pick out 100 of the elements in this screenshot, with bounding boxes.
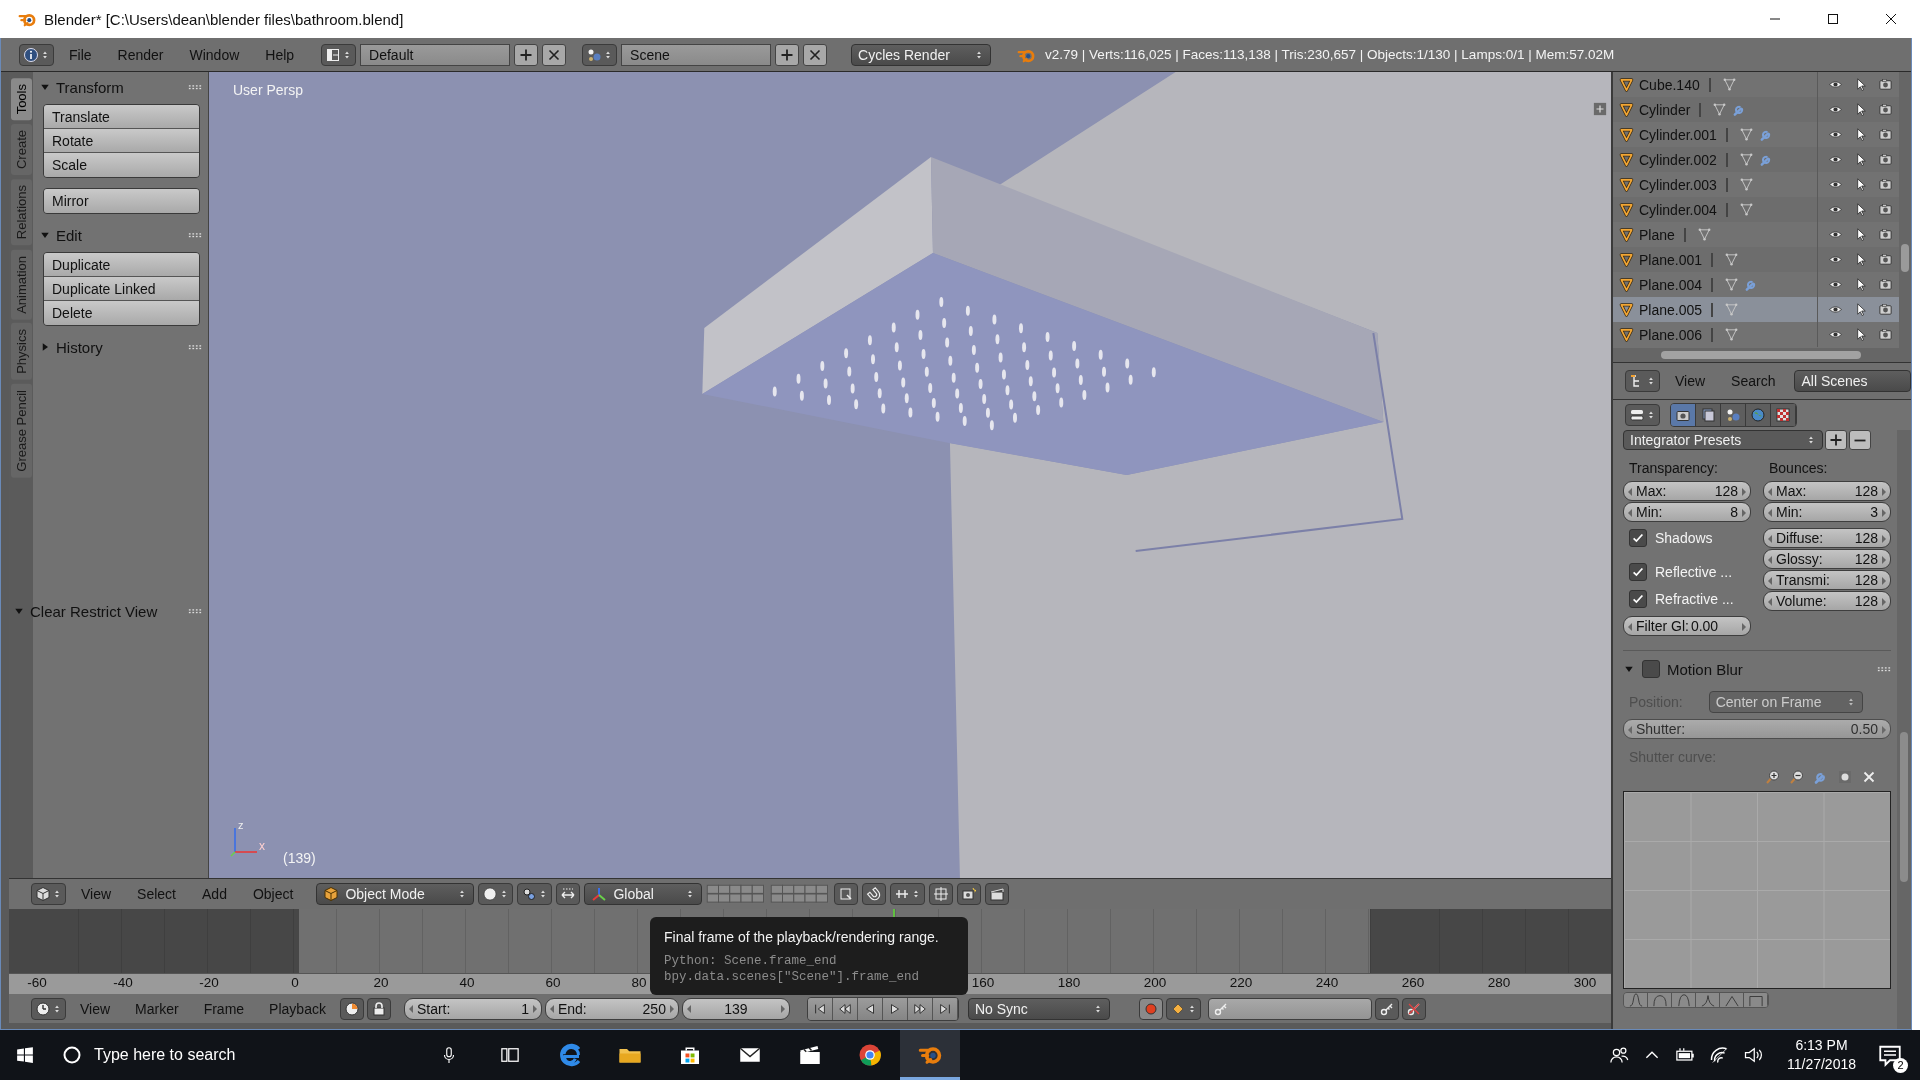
python-path: bpy.data.scenes["Scene"].frame_end (664, 969, 921, 985)
object-name: Cylinder.003 (1639, 176, 1717, 193)
orientation-dropdown[interactable]: Global (584, 883, 703, 905)
menu-item[interactable]: Frame (192, 1000, 256, 1017)
menu-item[interactable]: Render (106, 46, 175, 63)
menu-item[interactable]: Select (126, 886, 187, 902)
shutter-field[interactable]: Shutter: 0.50 (1623, 719, 1891, 739)
panel-header[interactable]: Transform (39, 76, 202, 98)
menu-item[interactable]: View (69, 1000, 122, 1017)
ruler-label: 20 (373, 975, 389, 990)
number-field[interactable]: Glossy: 128 (1763, 549, 1891, 569)
menu-item[interactable]: Marker (124, 1000, 190, 1017)
search-field[interactable]: Type here to search (50, 1030, 470, 1080)
object-name: Plane.004 (1639, 276, 1703, 293)
menu-item[interactable]: View (1664, 373, 1717, 389)
checkbox-label: Reflective ... (1655, 564, 1733, 580)
panel-header[interactable]: Clear Restrict View (13, 600, 202, 622)
section-label: Transparency: (1629, 460, 1719, 476)
number-field[interactable]: Min: 8 (1623, 502, 1751, 522)
number-field[interactable]: Min: 3 (1763, 502, 1891, 522)
shelf-tab[interactable]: Create (10, 124, 32, 176)
start-frame-field[interactable]: Start: 1 (403, 997, 542, 1020)
operator-button[interactable]: Delete (44, 301, 199, 325)
ruler-label: 0 (291, 975, 299, 990)
checkbox-label: Refractive ... (1655, 591, 1734, 607)
operator-button[interactable]: Scale (44, 153, 199, 177)
outliner-row[interactable]: Cylinder.002 (1613, 147, 1899, 172)
python-path: Python: Scene.frame_end (664, 953, 838, 969)
shelf-tab[interactable]: Animation (10, 249, 32, 320)
screen-layout-field[interactable]: Default (360, 43, 511, 66)
object-name: Cylinder.004 (1639, 201, 1717, 218)
ruler-label: 300 (1573, 975, 1597, 990)
panel-header[interactable]: History (39, 336, 202, 358)
menu-item[interactable]: Object (241, 886, 305, 902)
object-name: Cube.140 (1639, 76, 1700, 93)
render-engine-dropdown[interactable]: Cycles Render (851, 43, 992, 66)
outliner-row[interactable]: Cylinder.004 (1613, 197, 1899, 222)
ruler-label: 180 (1057, 975, 1081, 990)
clock-time[interactable]: 6:13 PM (1795, 1036, 1848, 1055)
operator-button[interactable]: Rotate (44, 129, 199, 153)
mode-dropdown[interactable]: Object Mode (316, 883, 475, 905)
object-name: Plane (1639, 226, 1675, 243)
ruler-label: 260 (1401, 975, 1425, 990)
operator-button[interactable]: Duplicate Linked (44, 277, 199, 301)
outliner-row[interactable]: Cylinder (1613, 97, 1899, 122)
operator-button[interactable]: Duplicate (44, 253, 199, 277)
outliner-row[interactable]: Plane.005 (1613, 297, 1899, 322)
view-label: User Persp (233, 82, 304, 98)
menu-item[interactable]: Window (178, 46, 251, 63)
number-field[interactable]: Volume: 128 (1763, 591, 1891, 611)
outliner-row[interactable]: Plane.001 (1613, 247, 1899, 272)
window-title: Blender* [C:\Users\dean\blender files\bathroom.blend] (44, 10, 404, 28)
ruler-label: 200 (1143, 975, 1167, 990)
object-name: Cylinder.002 (1639, 151, 1717, 168)
number-field[interactable]: Diffuse: 128 (1763, 528, 1891, 548)
shelf-tab[interactable]: Relations (10, 179, 32, 246)
clock-date[interactable]: 11/27/2018 (1786, 1055, 1856, 1074)
tooltip-text: Final frame of the playback/rendering range. (664, 929, 940, 945)
object-name: Plane.005 (1639, 301, 1703, 318)
axis-gizmo: z x (227, 820, 271, 860)
current-frame-field[interactable]: 139 (681, 997, 790, 1020)
menu-item[interactable]: Help (254, 46, 306, 63)
menu-item[interactable]: Add (191, 886, 238, 902)
display-mode-dropdown[interactable]: All Scenes (1794, 370, 1911, 392)
menu-item[interactable]: Search (1720, 373, 1787, 389)
ruler-label: 240 (1315, 975, 1339, 990)
number-field[interactable]: Filter Gl:0.00 (1623, 616, 1751, 636)
object-name: Cylinder (1639, 101, 1691, 118)
menu-item[interactable]: View (70, 886, 123, 902)
notification-count: 2 (1893, 1058, 1908, 1073)
sync-dropdown[interactable]: No Sync (967, 997, 1110, 1020)
object-name: Plane.001 (1639, 251, 1703, 268)
shelf-tab[interactable]: Physics (10, 323, 32, 381)
ruler-label: 220 (1229, 975, 1253, 990)
checkbox-label: Shadows (1655, 530, 1713, 546)
object-name: Plane.006 (1639, 326, 1703, 343)
number-field[interactable]: Max: 128 (1763, 481, 1891, 501)
ruler-label: 280 (1487, 975, 1511, 990)
operator-button[interactable]: Translate (44, 105, 199, 129)
number-field[interactable]: Transmi: 128 (1763, 570, 1891, 590)
ruler-label: 60 (545, 975, 561, 990)
scene-statistics: v2.79 | Verts:116,025 | Faces:113,138 | Tris:230,657 | Objects:1/130 | Lamps:0/1 | Mem:57.02M (1045, 47, 1615, 62)
panel-header[interactable]: Motion Blur (1623, 650, 1891, 681)
shelf-tab[interactable]: Tools (10, 78, 32, 121)
operator-button[interactable]: Mirror (44, 189, 199, 213)
ruler-label: 40 (459, 975, 475, 990)
menu-item[interactable]: Playback (258, 1000, 337, 1017)
shelf-tab[interactable]: Grease Pencil (10, 384, 32, 478)
end-frame-field[interactable]: End: 250 (544, 997, 679, 1020)
ruler-label: -60 (27, 975, 47, 990)
ruler-label: 80 (631, 975, 647, 990)
position-dropdown[interactable]: Center on Frame (1708, 691, 1863, 713)
presets-dropdown[interactable]: Integrator Presets (1623, 430, 1823, 450)
number-field[interactable]: Max: 128 (1623, 481, 1751, 501)
panel-header[interactable]: Edit (39, 224, 202, 246)
scene-field[interactable]: Scene (621, 43, 772, 66)
object-name: Cylinder.001 (1639, 126, 1717, 143)
menu-item[interactable]: File (58, 46, 103, 63)
ruler-label: 160 (971, 975, 995, 990)
frame-label: (139) (283, 850, 316, 866)
